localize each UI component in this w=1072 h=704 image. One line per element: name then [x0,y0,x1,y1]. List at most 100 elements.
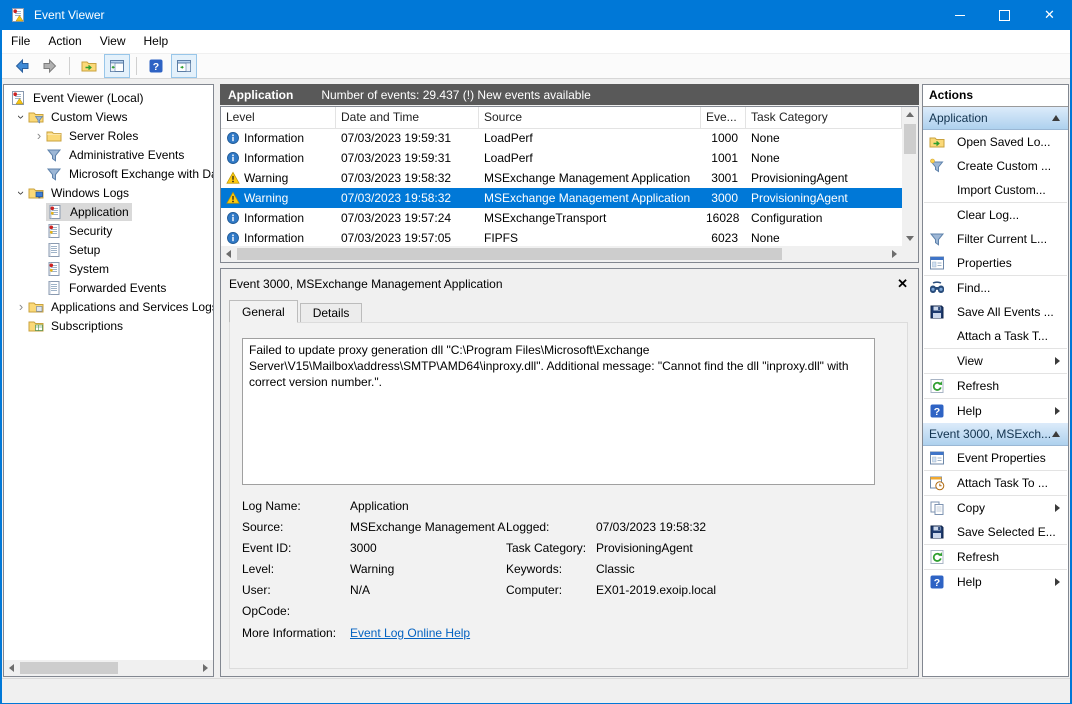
action-clear-log[interactable]: Clear Log... [923,203,1068,227]
collapse-arrow-icon[interactable]: › [14,186,28,200]
event-row[interactable]: Information07/03/2023 19:59:31LoadPerf10… [221,148,902,168]
action-refresh[interactable]: Refresh [923,374,1068,398]
details-tabs: GeneralDetails [229,300,364,323]
event-level: Warning [244,191,288,205]
collapse-section-icon[interactable] [1052,115,1060,121]
help-button[interactable]: ? [143,54,169,78]
column-header-eve[interactable]: Eve... [701,107,746,128]
action-save-all-events[interactable]: Save All Events ... [923,300,1068,324]
action-help[interactable]: ?Help [923,399,1068,423]
scroll-up-button[interactable] [902,107,918,122]
back-button[interactable] [9,54,35,78]
forward-button[interactable] [37,54,63,78]
tree-item-label: Subscriptions [48,319,126,333]
event-id: 1001 [701,151,746,165]
expand-arrow-icon[interactable]: › [32,129,46,143]
collapse-arrow-icon[interactable]: › [14,110,28,124]
action-help-event[interactable]: ?Help [923,570,1068,594]
submenu-arrow-icon [1055,407,1060,415]
menu-file[interactable]: File [2,30,39,53]
event-list-vertical-scrollbar[interactable] [902,107,918,246]
tab-details[interactable]: Details [300,303,363,323]
event-row[interactable]: Warning07/03/2023 19:58:32MSExchange Man… [221,188,902,208]
column-header-task-category[interactable]: Task Category [746,107,902,128]
scrollbar-corner [902,246,918,262]
actions-section-event-3000-msexch[interactable]: Event 3000, MSExch... [923,423,1068,446]
maximize-button[interactable] [982,0,1027,30]
event-row[interactable]: Information07/03/2023 19:59:31LoadPerf10… [221,128,902,148]
action-import-custom-view[interactable]: Import Custom... [923,178,1068,202]
scroll-left-button[interactable] [4,660,19,676]
event-row[interactable]: Information07/03/2023 19:57:05FIPFS6023N… [221,228,902,246]
event-list-hscroll-thumb[interactable] [237,248,782,260]
action-filter-current-log[interactable]: Filter Current L... [923,227,1068,251]
scroll-down-button[interactable] [902,231,918,246]
event-row[interactable]: Information07/03/2023 19:57:24MSExchange… [221,208,902,228]
action-copy[interactable]: Copy [923,496,1068,520]
show-action-pane-button[interactable] [171,54,197,78]
action-label: Save All Events ... [957,305,1060,319]
tree-item-windows-logs[interactable]: ›Windows Logs [4,183,213,202]
event-level: Warning [244,171,288,185]
open-saved-log-button[interactable] [76,54,102,78]
minimize-button[interactable] [937,0,982,30]
find-icon [929,280,945,296]
event-log-online-help-link[interactable]: Event Log Online Help [350,626,470,647]
column-header-level[interactable]: Level [221,107,336,128]
console-tree: Event Viewer (Local)›Custom Views›Server… [4,85,213,660]
show-console-tree-button[interactable] [104,54,130,78]
task-icon [929,475,945,491]
menu-action[interactable]: Action [39,30,90,53]
action-attach-task-to-event[interactable]: Attach Task To ... [923,471,1068,495]
action-label: Filter Current L... [957,232,1060,246]
event-list-scroll-thumb[interactable] [904,124,916,154]
actions-section-application[interactable]: Application [923,107,1068,130]
scroll-right-button[interactable] [198,660,213,676]
menu-help[interactable]: Help [135,30,178,53]
event-row[interactable]: Warning07/03/2023 19:58:32MSExchange Man… [221,168,902,188]
scroll-right-button[interactable] [887,246,902,262]
close-button[interactable]: ✕ [1027,0,1072,30]
tree-item-setup[interactable]: Setup [4,240,213,259]
tree-item-system[interactable]: System [4,259,213,278]
action-save-selected-events[interactable]: Save Selected E... [923,520,1068,544]
scroll-left-button[interactable] [221,246,236,262]
expand-arrow-icon[interactable]: › [14,300,28,314]
column-header-date-and-time[interactable]: Date and Time [336,107,479,128]
tree-item-event-viewer-local[interactable]: Event Viewer (Local) [4,88,213,107]
tree-scroll-thumb[interactable] [20,662,118,674]
collapse-section-icon[interactable] [1052,431,1060,437]
tree-item-forwarded-events[interactable]: Forwarded Events [4,278,213,297]
tree-item-label: Forwarded Events [66,281,169,295]
tree-item-server-roles[interactable]: ›Server Roles [4,126,213,145]
action-event-properties[interactable]: Event Properties [923,446,1068,470]
event-date: 07/03/2023 19:57:05 [336,231,479,245]
close-details-icon[interactable]: ✕ [897,276,908,292]
tree-horizontal-scrollbar[interactable] [4,660,213,676]
action-find[interactable]: Find... [923,276,1068,300]
column-header-source[interactable]: Source [479,107,701,128]
tree-item-subscriptions[interactable]: Subscriptions [4,316,213,335]
field-label: Log Name: [242,499,350,513]
field-label: User: [242,583,350,597]
menu-view[interactable]: View [91,30,135,53]
action-refresh-event[interactable]: Refresh [923,545,1068,569]
tree-item-microsoft-exchange-with-da[interactable]: Microsoft Exchange with Da [4,164,213,183]
action-properties[interactable]: Properties [923,251,1068,275]
event-category: None [746,131,902,145]
tree-item-application[interactable]: Application [4,202,213,221]
action-open-saved-log[interactable]: Open Saved Lo... [923,130,1068,154]
action-attach-task-to-log[interactable]: Attach a Task T... [923,324,1068,348]
submenu-arrow-icon [1055,357,1060,365]
tree-item-custom-views[interactable]: ›Custom Views [4,107,213,126]
action-label: Help [957,404,1055,418]
tree-item-security[interactable]: Security [4,221,213,240]
action-create-custom-view[interactable]: Create Custom ... [923,154,1068,178]
log-red-icon [46,223,62,239]
tab-general[interactable]: General [229,300,298,323]
refresh-icon [929,378,945,394]
event-list-horizontal-scrollbar[interactable] [221,246,902,262]
tree-item-administrative-events[interactable]: Administrative Events [4,145,213,164]
action-view[interactable]: View [923,349,1068,373]
tree-item-applications-and-services-logs[interactable]: ›Applications and Services Logs [4,297,213,316]
